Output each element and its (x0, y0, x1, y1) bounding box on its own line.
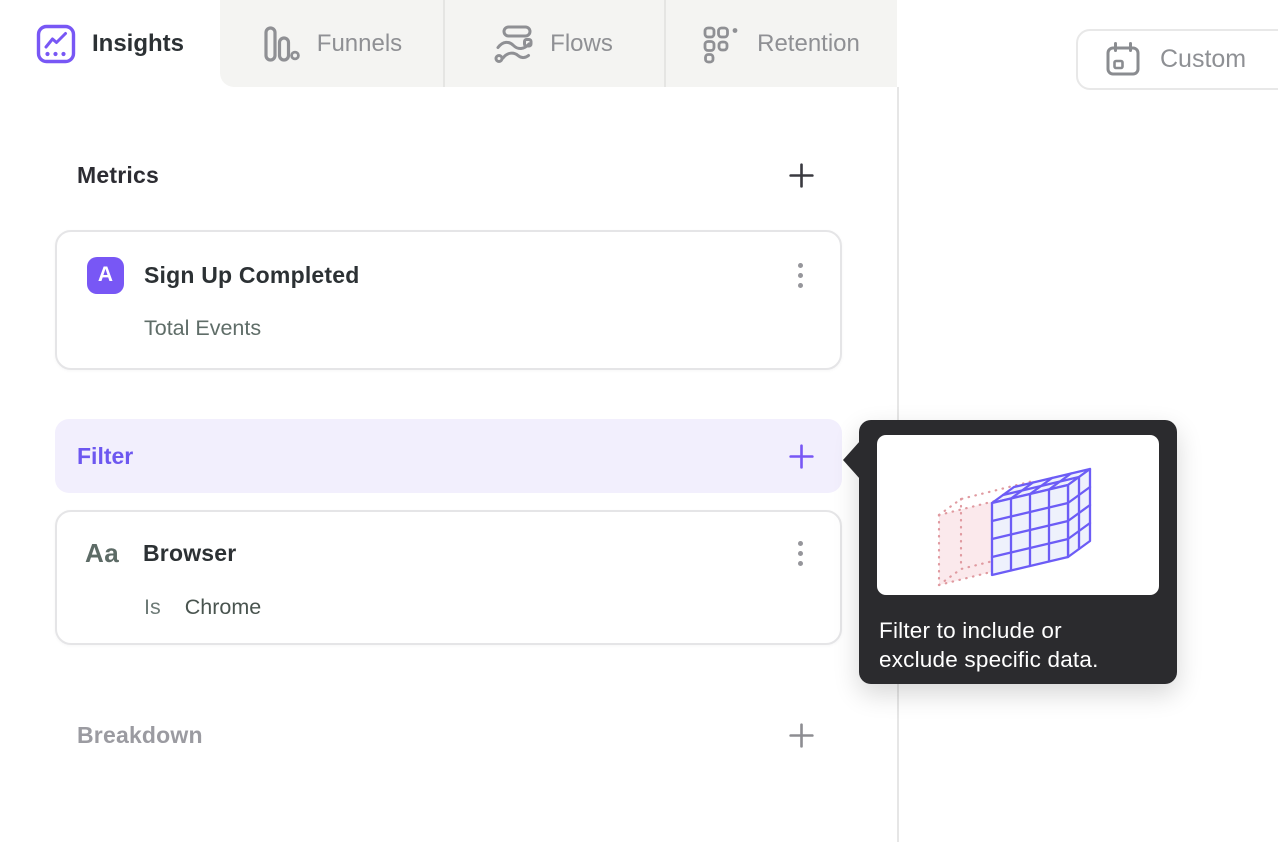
string-property-icon: Aa (85, 537, 120, 568)
metric-card[interactable]: A Sign Up Completed Total Events (55, 230, 842, 370)
flows-wave-icon (494, 24, 534, 64)
add-metric-button[interactable] (788, 162, 814, 188)
tab-flows[interactable]: Flows (443, 0, 664, 87)
calendar-icon (1104, 41, 1142, 79)
filter-section-title: Filter (77, 442, 134, 469)
filter-cube-illustration (877, 435, 1159, 595)
filter-value[interactable]: Chrome (185, 595, 261, 620)
metric-event-name: Sign Up Completed (144, 261, 360, 288)
filter-section-header[interactable]: Filter (55, 419, 842, 493)
metric-series-badge: A (87, 256, 124, 294)
retention-grid-icon (701, 24, 741, 64)
tooltip-caption: Filter to include or exclude specific da… (879, 616, 1099, 674)
metric-measurement[interactable]: Total Events (144, 316, 810, 341)
add-icon (788, 722, 814, 748)
tooltip-arrow (843, 441, 860, 479)
breakdown-section-header: Breakdown (55, 719, 842, 751)
breakdown-section-title: Breakdown (77, 721, 203, 748)
metrics-section-header: Metrics (55, 159, 842, 191)
tab-insights[interactable]: Insights (0, 0, 220, 87)
filter-operator[interactable]: Is (144, 595, 161, 620)
more-options-icon[interactable] (790, 537, 810, 570)
metrics-section-title: Metrics (77, 161, 159, 188)
insights-query-builder-screen: Insights Funnels Flows Retention Custom … (0, 0, 1278, 842)
custom-date-range-label: Custom (1160, 45, 1247, 73)
insights-chart-icon (36, 24, 76, 64)
add-breakdown-button[interactable] (788, 722, 814, 748)
add-icon (788, 443, 814, 469)
tooltip-caption-line1: Filter to include or (879, 618, 1062, 643)
tab-funnels[interactable]: Funnels (220, 0, 443, 87)
filter-card[interactable]: Aa Browser Is Chrome (55, 510, 842, 645)
funnels-bars-icon (261, 24, 301, 64)
custom-date-range-button[interactable]: Custom (1076, 29, 1278, 90)
filter-condition-row: Is Chrome (144, 595, 810, 620)
metric-card-main-row: A Sign Up Completed (87, 255, 810, 295)
add-icon (788, 162, 814, 188)
tooltip-caption-line2: exclude specific data. (879, 647, 1099, 672)
tab-retention[interactable]: Retention (664, 0, 897, 87)
add-filter-button[interactable] (788, 443, 814, 469)
tab-funnels-label: Funnels (316, 29, 403, 57)
tab-insights-label: Insights (91, 29, 184, 57)
filter-card-main-row: Aa Browser (85, 533, 810, 573)
data-cube-icon (937, 467, 1092, 587)
filter-tooltip: Filter to include or exclude specific da… (843, 420, 1177, 684)
more-options-icon[interactable] (790, 259, 810, 292)
filter-property-name: Browser (143, 539, 237, 566)
tab-retention-label: Retention (757, 29, 860, 57)
query-builder-panel: Metrics A Sign Up Completed Total Events… (55, 87, 842, 751)
tab-flows-label: Flows (550, 29, 613, 57)
